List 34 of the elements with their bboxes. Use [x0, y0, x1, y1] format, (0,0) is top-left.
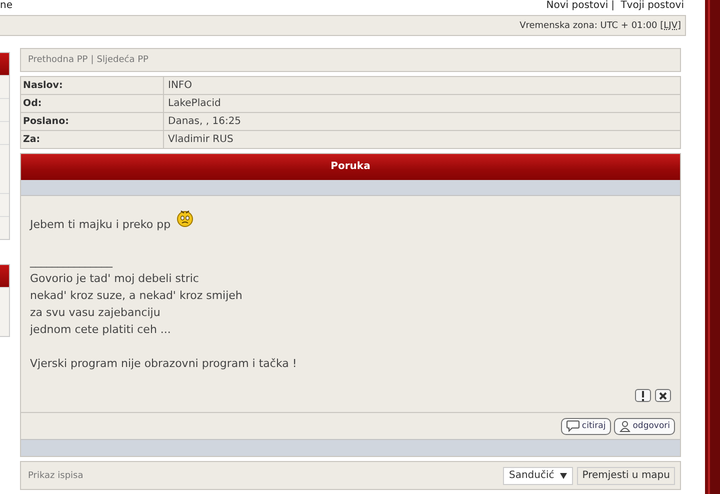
smiley-icon: [174, 208, 195, 228]
field-label: Naslov:: [21, 77, 164, 94]
message-text: Jebem ti majku i preko pp: [30, 217, 171, 233]
separator: |: [90, 55, 94, 65]
dropdown-arrow-icon: [560, 472, 568, 478]
field-label: Od:: [21, 95, 164, 112]
field-value: LakePlacid: [167, 97, 221, 111]
field-label: Poslano:: [21, 113, 164, 130]
nav-text: ne: [0, 0, 12, 11]
person-icon: [618, 420, 631, 432]
pager-link[interactable]: Prethodna PP: [28, 55, 88, 65]
folder-select[interactable]: Sandučić: [502, 466, 574, 484]
field-value: Vladimir RUS: [167, 133, 234, 147]
nav-link[interactable]: Novi postovi: [546, 0, 608, 11]
print-view-link[interactable]: Prikaz ispisa: [28, 470, 84, 480]
report-button[interactable]: [635, 389, 651, 402]
field-label: Za:: [21, 131, 164, 148]
speech-bubble-icon: [566, 420, 580, 432]
pager-link[interactable]: Sljedeća PP: [96, 55, 148, 65]
message-header: Poruka: [21, 154, 680, 180]
close-icon: [659, 392, 667, 400]
nav-link[interactable]: Tvoji postovi: [620, 0, 684, 11]
field-value: Danas, , 16:25: [167, 115, 242, 129]
post-action-button[interactable]: odgovori: [614, 418, 675, 434]
timezone-abbreviation: [LJV]: [660, 20, 681, 30]
timezone-label: Vremenska zona: UTC + 01:00 [LJV]: [520, 20, 681, 30]
field-value: INFO: [167, 79, 192, 93]
delete-button[interactable]: [655, 389, 671, 402]
move-button[interactable]: Premjesti u mapu: [577, 466, 675, 484]
signature-text: _______________ Govorio je tad' moj debeli stric nekad' kroz suze, a nekad' kroz smijeh za svu vasu zajebanciju jednom cete platiti ceh ...: [30, 254, 244, 338]
exclamation-icon: [641, 390, 645, 400]
post-action-button[interactable]: citiraj: [560, 418, 611, 434]
separator: |: [611, 0, 615, 11]
message-text: Vjerski program nije obrazovni program i tačka !: [30, 356, 298, 372]
